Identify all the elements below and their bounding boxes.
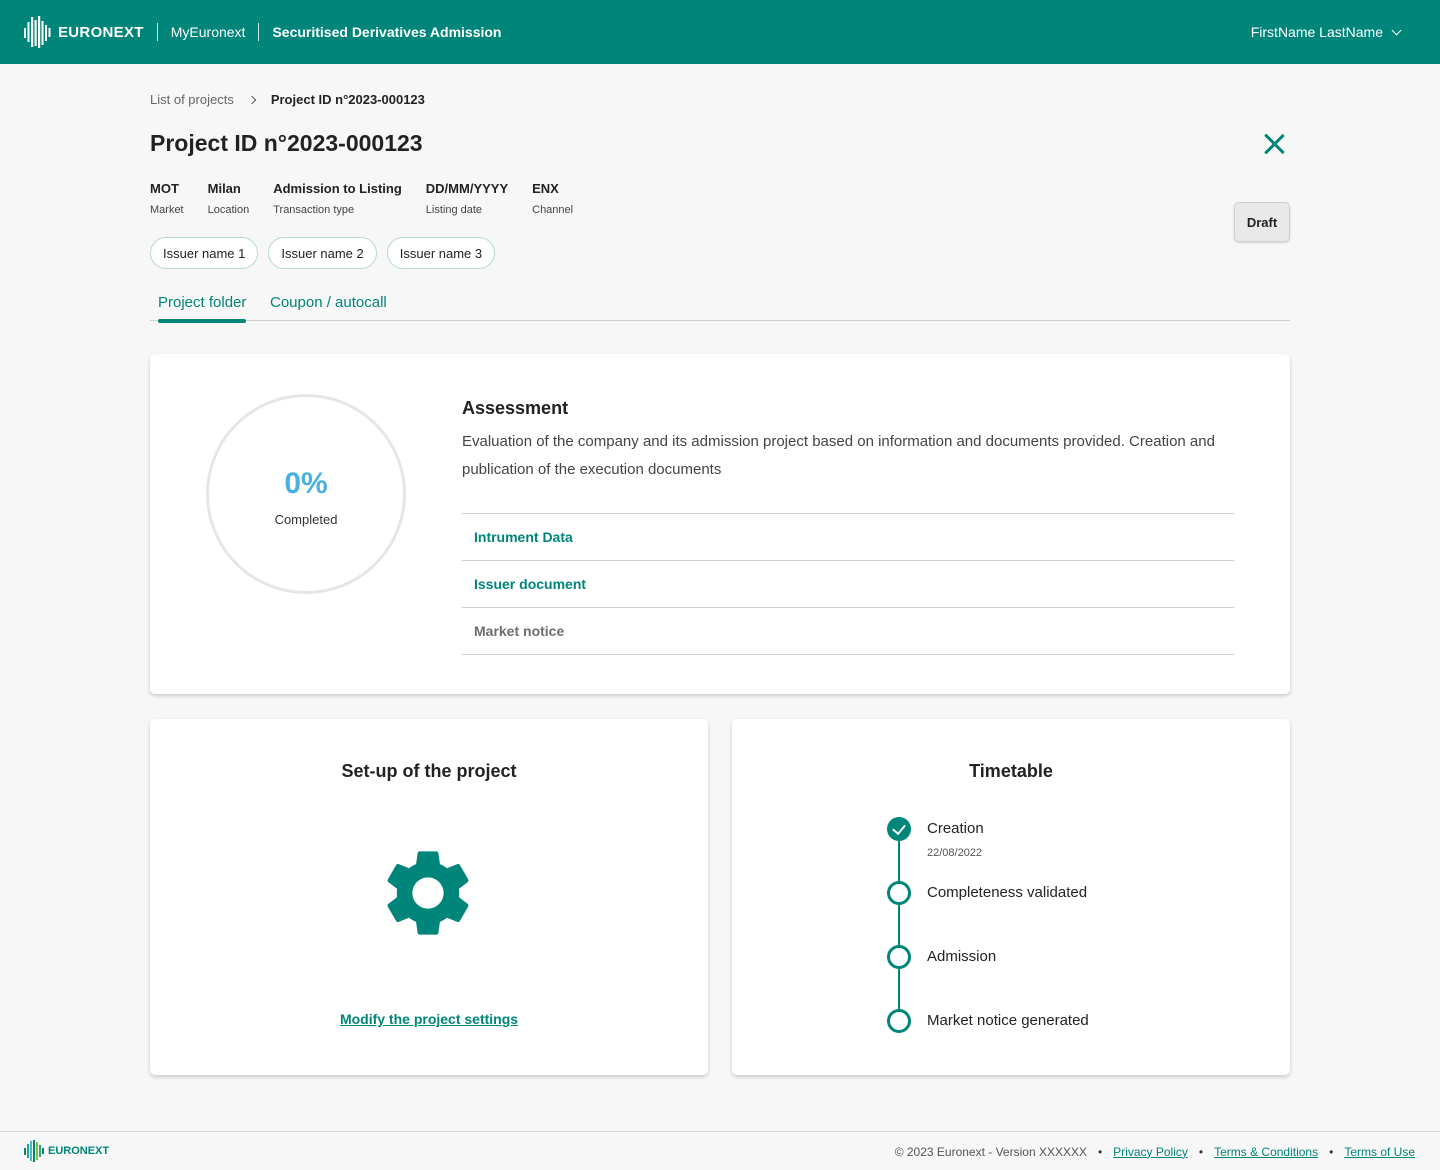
footer-separator: • xyxy=(1329,1144,1334,1159)
user-menu[interactable]: FirstName LastName xyxy=(1250,0,1402,64)
chevron-right-icon xyxy=(247,95,257,104)
gear-icon xyxy=(387,851,469,935)
timetable-title: Timetable xyxy=(969,761,1053,781)
app-title: Securitised Derivatives Admission xyxy=(272,24,502,40)
footer-logo-text: EURONEXT xyxy=(48,1145,110,1157)
top-navigation-bar: EURONEXT MyEuronext Securitised Derivati… xyxy=(0,0,1440,64)
tabs: Project folder Coupon / autocall xyxy=(150,290,1290,323)
meta-location: Milan Location xyxy=(208,181,250,216)
close-icon[interactable] xyxy=(1262,132,1286,156)
project-meta: MOT Market Milan Location Admission to L… xyxy=(150,181,597,216)
progress-label: Completed xyxy=(274,512,338,527)
setup-card: Set-up of the project Modify the project… xyxy=(150,719,708,1075)
assessment-description: Evaluation of the company and its admiss… xyxy=(462,433,1215,478)
meta-value: DD/MM/YYYY xyxy=(425,181,509,196)
setup-title: Set-up of the project xyxy=(341,761,517,781)
footer-logo: EURONEXT xyxy=(24,1140,109,1162)
issuer-chip[interactable]: Issuer name 1 xyxy=(150,237,259,269)
issuer-chip[interactable]: Issuer name 2 xyxy=(268,237,377,269)
footer-separator: • xyxy=(1097,1144,1103,1159)
copyright-text: © 2023 Euronext - Version XXXXXX xyxy=(894,1144,1087,1159)
assessment-item-issuer-document[interactable]: Issuer document xyxy=(462,561,1234,608)
meta-value: Admission to Listing xyxy=(273,181,402,196)
euronext-logo-icon xyxy=(24,1140,44,1162)
timeline-step-date: 22/08/2022 xyxy=(927,847,983,859)
breadcrumb-list-of-projects[interactable]: List of projects xyxy=(150,92,234,107)
assessment-title: Assessment xyxy=(462,398,569,418)
page-title: Project ID n°2023-000123 xyxy=(150,130,423,156)
issuer-chips: Issuer name 1 Issuer name 2 Issuer name … xyxy=(150,237,505,269)
timeline-step-dot xyxy=(887,1009,911,1033)
assessment-item-market-notice: Market notice xyxy=(462,608,1234,655)
myeuronext-link[interactable]: MyEuronext xyxy=(171,24,246,40)
meta-label: Market xyxy=(150,204,184,216)
meta-label: Transaction type xyxy=(273,204,355,216)
footer: EURONEXT © 2023 Euronext - Version XXXXX… xyxy=(0,1131,1440,1170)
timetable-card: Timetable Creation 22/08/2022 Completene… xyxy=(732,719,1290,1075)
meta-listing-date: DD/MM/YYYY Listing date xyxy=(426,181,508,216)
user-name: FirstName LastName xyxy=(1250,24,1383,40)
chevron-down-icon xyxy=(1391,25,1402,35)
terms-conditions-link[interactable]: Terms & Conditions xyxy=(1214,1145,1318,1159)
header-divider xyxy=(258,23,260,41)
timeline-step-dot xyxy=(887,881,911,905)
progress-ring: 0% Completed xyxy=(206,394,406,594)
header-divider xyxy=(156,23,158,41)
assessment-card: 0% Completed Assessment Evaluation of th… xyxy=(150,354,1290,694)
modify-settings-link[interactable]: Modify the project settings xyxy=(150,1011,708,1027)
meta-label: Location xyxy=(207,204,250,216)
meta-transaction-type: Admission to Listing Transaction type xyxy=(273,181,402,216)
timeline-step-label: Creation xyxy=(927,820,984,837)
assessment-list: Intrument Data Issuer document Market no… xyxy=(462,513,1234,655)
footer-links: © 2023 Euronext - Version XXXXXX • Priva… xyxy=(895,1132,1415,1170)
meta-label: Listing date xyxy=(425,204,483,216)
timeline-line xyxy=(898,829,900,1021)
assessment-item-instrument-data[interactable]: Intrument Data xyxy=(462,514,1234,561)
tab-coupon-autocall[interactable]: Coupon / autocall xyxy=(270,294,387,311)
timeline-step-label: Completeness validated xyxy=(927,884,1088,901)
timeline-step-label: Market notice generated xyxy=(927,1012,1089,1029)
terms-of-use-link[interactable]: Terms of Use xyxy=(1344,1145,1415,1159)
euronext-logo[interactable]: EURONEXT xyxy=(24,16,144,48)
meta-value: ENX xyxy=(532,181,559,196)
euronext-logo-icon xyxy=(24,16,51,48)
meta-value: Milan xyxy=(207,181,241,196)
footer-separator: • xyxy=(1198,1144,1204,1159)
breadcrumb: List of projects Project ID n°2023-00012… xyxy=(150,92,425,107)
meta-market: MOT Market xyxy=(150,181,184,216)
logo-text: EURONEXT xyxy=(58,23,144,41)
meta-label: Channel xyxy=(532,204,574,216)
meta-value: MOT xyxy=(150,181,179,196)
breadcrumb-current: Project ID n°2023-000123 xyxy=(270,92,425,107)
tab-project-folder[interactable]: Project folder xyxy=(158,294,247,323)
timeline-step-label: Admission xyxy=(927,948,997,965)
privacy-policy-link[interactable]: Privacy Policy xyxy=(1113,1145,1188,1159)
check-icon xyxy=(887,817,911,841)
issuer-chip[interactable]: Issuer name 3 xyxy=(386,237,496,269)
timeline-step-dot xyxy=(887,945,911,969)
progress-percent: 0% xyxy=(284,467,328,500)
meta-channel: ENX Channel xyxy=(532,181,573,216)
status-badge[interactable]: Draft xyxy=(1234,202,1290,242)
